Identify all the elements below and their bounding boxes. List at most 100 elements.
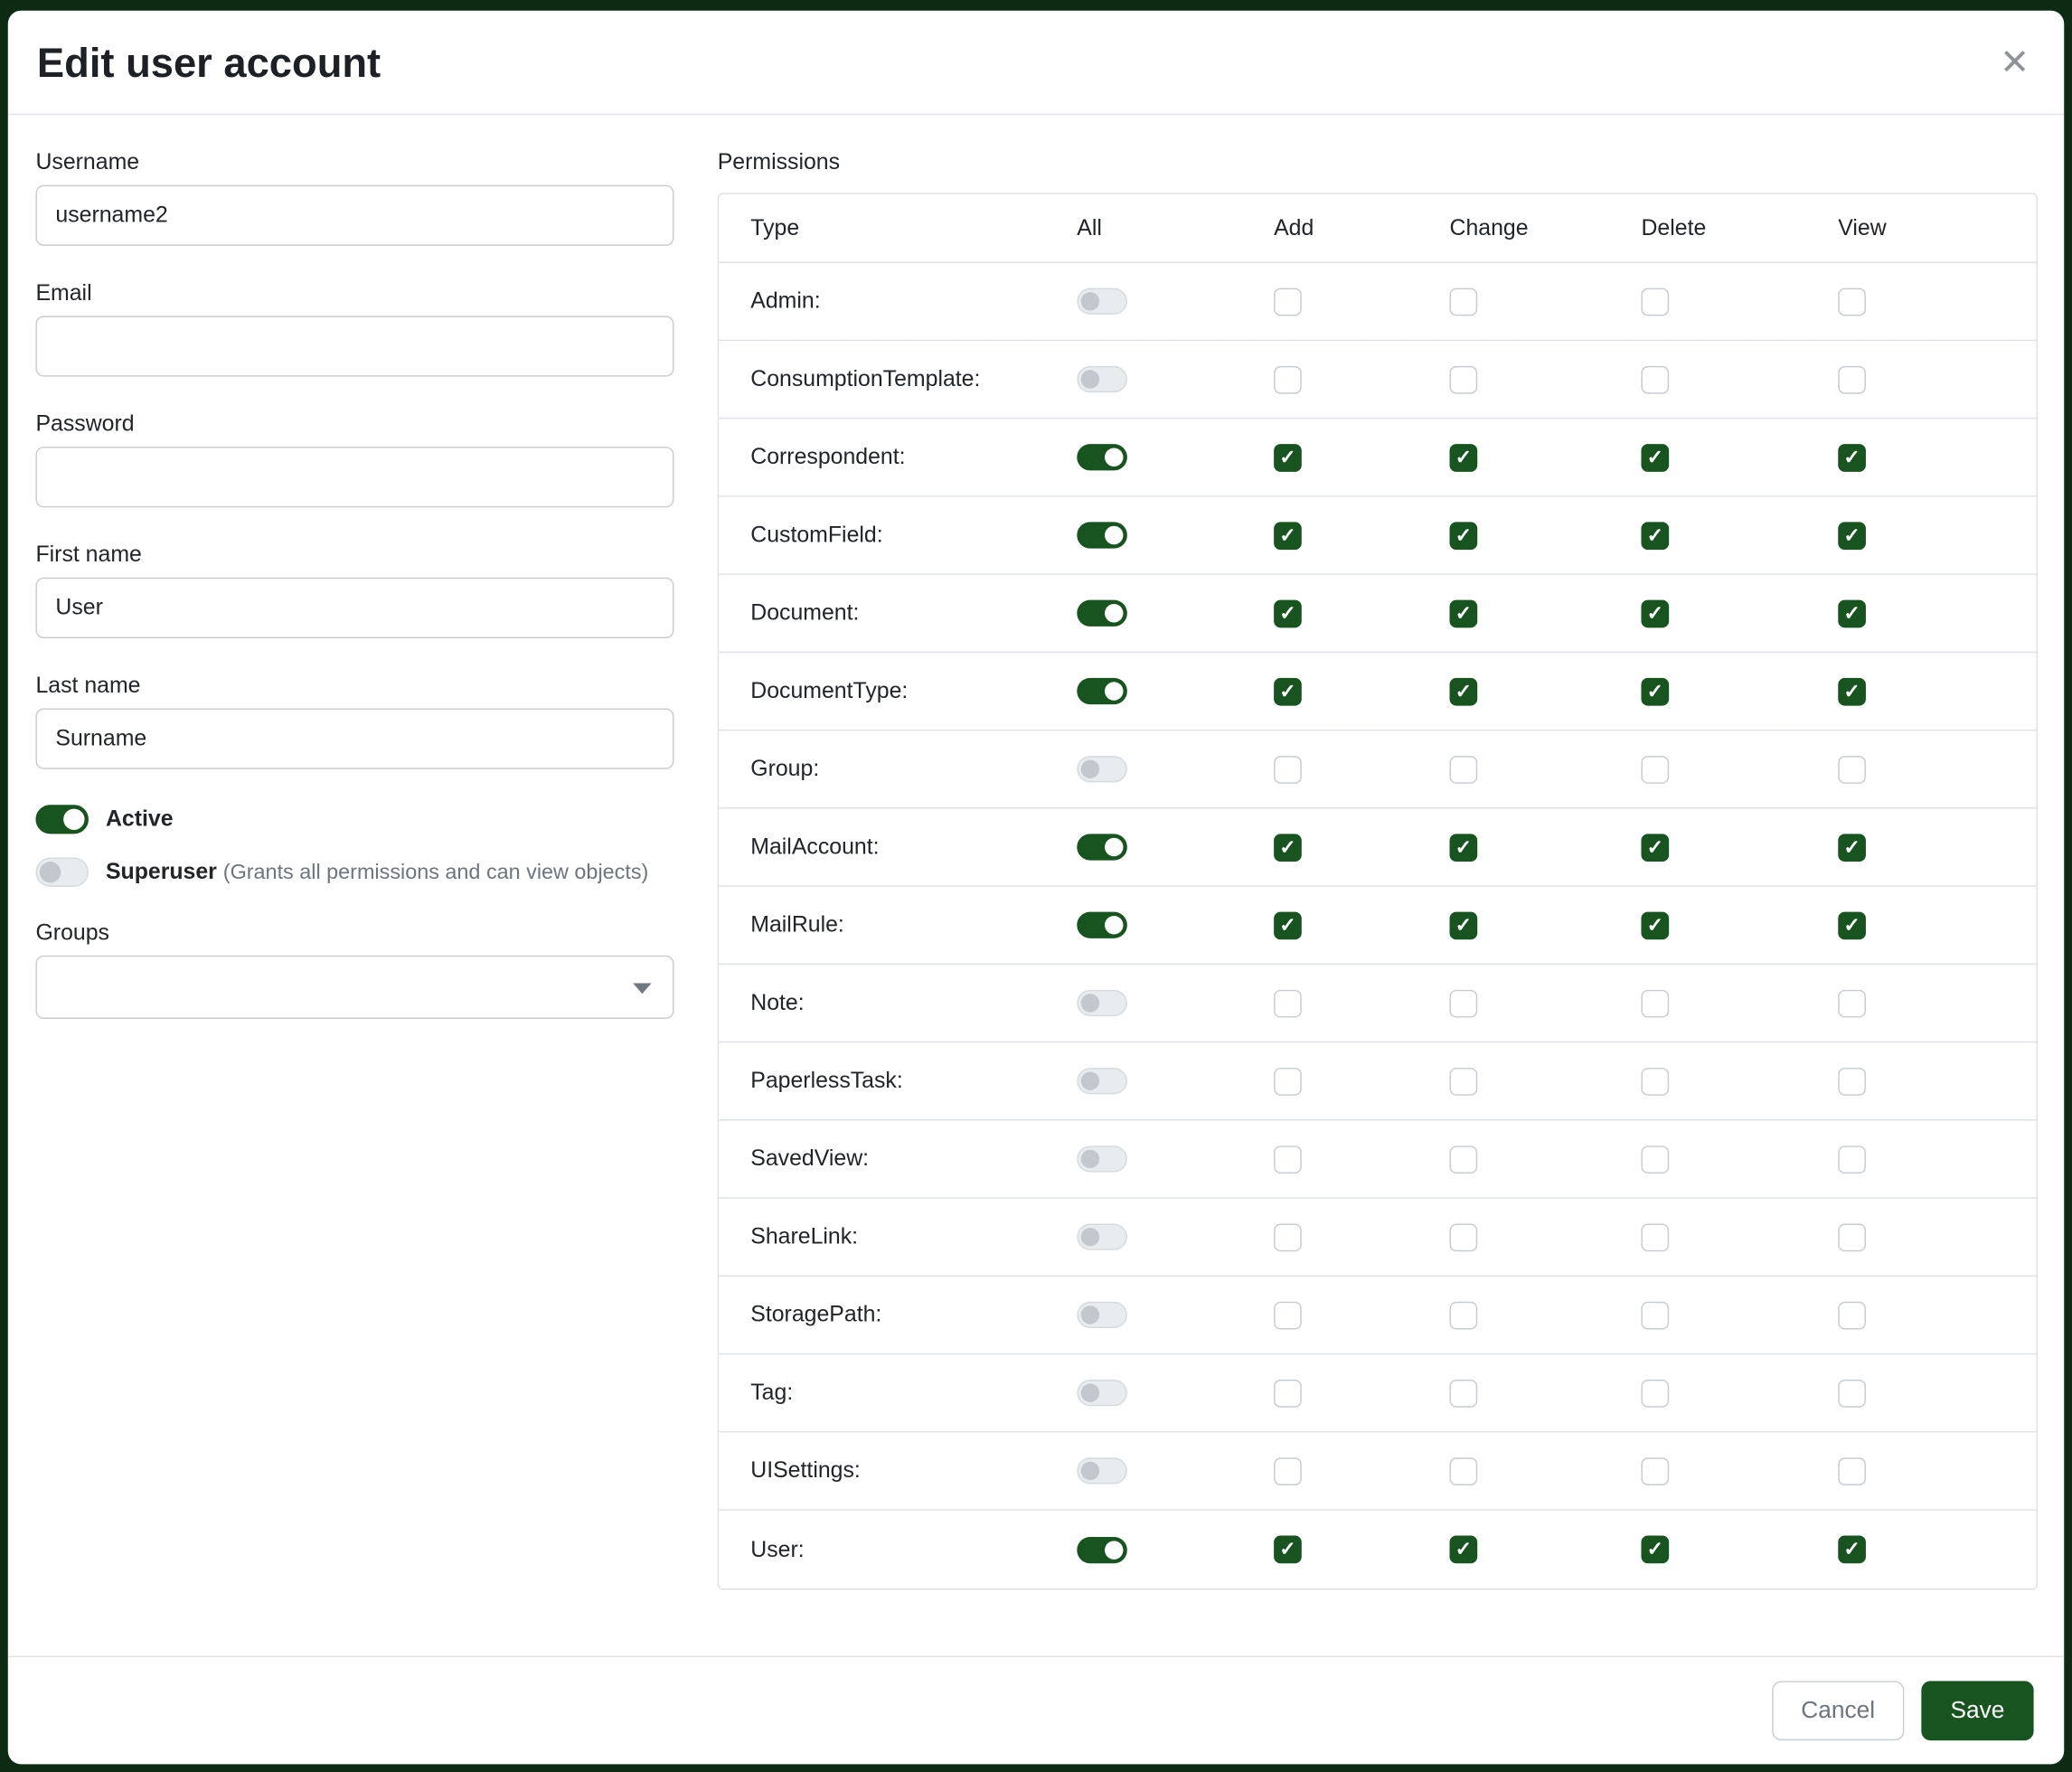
permission-change-checkbox[interactable]: [1450, 365, 1478, 393]
permission-all-toggle[interactable]: [1077, 366, 1127, 392]
permission-add-checkbox[interactable]: [1274, 1379, 1302, 1407]
permission-add-checkbox[interactable]: [1274, 1145, 1302, 1173]
permission-change-checkbox[interactable]: [1450, 1301, 1478, 1329]
permission-all-toggle[interactable]: [1077, 834, 1127, 860]
permission-view-checkbox[interactable]: [1838, 1223, 1866, 1251]
permission-all-toggle[interactable]: [1077, 1457, 1127, 1484]
permission-add-checkbox[interactable]: [1274, 1536, 1302, 1564]
permission-delete-checkbox[interactable]: [1641, 989, 1669, 1017]
permission-view-checkbox[interactable]: [1838, 834, 1866, 862]
permission-add-checkbox[interactable]: [1274, 989, 1302, 1017]
permission-add-checkbox[interactable]: [1274, 1223, 1302, 1251]
permission-row: Correspondent:: [719, 419, 2036, 496]
save-button[interactable]: Save: [1921, 1681, 2033, 1740]
permission-view-checkbox[interactable]: [1838, 755, 1866, 783]
permission-all-toggle[interactable]: [1077, 1380, 1127, 1406]
permission-add-checkbox[interactable]: [1274, 755, 1302, 783]
permission-delete-checkbox[interactable]: [1641, 1301, 1669, 1329]
permission-delete-checkbox[interactable]: [1641, 1536, 1669, 1564]
permission-view-checkbox[interactable]: [1838, 1536, 1866, 1564]
permission-change-checkbox[interactable]: [1450, 443, 1478, 471]
close-icon[interactable]: ✕: [2000, 45, 2030, 80]
permission-view-checkbox[interactable]: [1838, 365, 1866, 393]
permission-type-label: Note:: [750, 990, 1077, 1016]
permission-all-toggle[interactable]: [1077, 1536, 1127, 1562]
permission-add-checkbox[interactable]: [1274, 677, 1302, 705]
permission-view-checkbox[interactable]: [1838, 1379, 1866, 1407]
email-label: Email: [35, 280, 673, 306]
permission-add-checkbox[interactable]: [1274, 365, 1302, 393]
permission-view-checkbox[interactable]: [1838, 989, 1866, 1017]
permission-all-toggle[interactable]: [1077, 600, 1127, 627]
permission-view-checkbox[interactable]: [1838, 443, 1866, 471]
permission-delete-checkbox[interactable]: [1641, 1145, 1669, 1173]
permission-all-toggle[interactable]: [1077, 1145, 1127, 1172]
permission-view-checkbox[interactable]: [1838, 1457, 1866, 1485]
superuser-toggle[interactable]: [35, 858, 88, 887]
permission-change-checkbox[interactable]: [1450, 287, 1478, 316]
password-input[interactable]: [35, 447, 673, 507]
permission-delete-checkbox[interactable]: [1641, 287, 1669, 316]
first-name-input[interactable]: [35, 578, 673, 638]
permission-add-checkbox[interactable]: [1274, 522, 1302, 550]
permission-all-toggle[interactable]: [1077, 756, 1127, 782]
permission-all-toggle[interactable]: [1077, 444, 1127, 470]
permission-delete-checkbox[interactable]: [1641, 677, 1669, 705]
permission-change-checkbox[interactable]: [1450, 1145, 1478, 1173]
permission-view-checkbox[interactable]: [1838, 1301, 1866, 1329]
permission-change-checkbox[interactable]: [1450, 599, 1478, 627]
permission-all-toggle[interactable]: [1077, 678, 1127, 704]
permission-change-checkbox[interactable]: [1450, 677, 1478, 705]
permission-delete-checkbox[interactable]: [1641, 1379, 1669, 1407]
permission-delete-checkbox[interactable]: [1641, 755, 1669, 783]
permission-delete-checkbox[interactable]: [1641, 911, 1669, 939]
permission-change-checkbox[interactable]: [1450, 834, 1478, 862]
permission-view-checkbox[interactable]: [1838, 522, 1866, 550]
permission-view-checkbox[interactable]: [1838, 677, 1866, 705]
permission-view-checkbox[interactable]: [1838, 1145, 1866, 1173]
permission-add-checkbox[interactable]: [1274, 1301, 1302, 1329]
permission-change-checkbox[interactable]: [1450, 755, 1478, 783]
permission-view-checkbox[interactable]: [1838, 287, 1866, 316]
permission-change-checkbox[interactable]: [1450, 989, 1478, 1017]
last-name-input[interactable]: [35, 708, 673, 768]
permission-delete-checkbox[interactable]: [1641, 365, 1669, 393]
permission-view-checkbox[interactable]: [1838, 911, 1866, 939]
permission-all-toggle[interactable]: [1077, 288, 1127, 315]
permission-delete-checkbox[interactable]: [1641, 834, 1669, 862]
permission-add-checkbox[interactable]: [1274, 911, 1302, 939]
permission-add-checkbox[interactable]: [1274, 1457, 1302, 1485]
permission-add-checkbox[interactable]: [1274, 1067, 1302, 1095]
permission-delete-checkbox[interactable]: [1641, 443, 1669, 471]
permission-change-checkbox[interactable]: [1450, 1223, 1478, 1251]
active-toggle[interactable]: [35, 805, 88, 834]
permission-add-checkbox[interactable]: [1274, 443, 1302, 471]
permission-delete-checkbox[interactable]: [1641, 599, 1669, 627]
permission-all-toggle[interactable]: [1077, 912, 1127, 938]
groups-select[interactable]: [35, 956, 673, 1019]
permission-change-checkbox[interactable]: [1450, 1379, 1478, 1407]
cancel-button[interactable]: Cancel: [1772, 1681, 1904, 1740]
permission-add-checkbox[interactable]: [1274, 287, 1302, 316]
email-input[interactable]: [35, 316, 673, 376]
permission-change-checkbox[interactable]: [1450, 1067, 1478, 1095]
permission-add-checkbox[interactable]: [1274, 834, 1302, 862]
permission-delete-checkbox[interactable]: [1641, 1223, 1669, 1251]
permission-all-toggle[interactable]: [1077, 1068, 1127, 1094]
permission-all-toggle[interactable]: [1077, 522, 1127, 548]
permission-change-checkbox[interactable]: [1450, 522, 1478, 550]
permission-change-checkbox[interactable]: [1450, 911, 1478, 939]
username-input[interactable]: [35, 185, 673, 246]
permission-delete-checkbox[interactable]: [1641, 1067, 1669, 1095]
toggle-knob: [1105, 1541, 1123, 1559]
permission-view-checkbox[interactable]: [1838, 1067, 1866, 1095]
permission-delete-checkbox[interactable]: [1641, 522, 1669, 550]
permission-all-toggle[interactable]: [1077, 990, 1127, 1016]
permission-all-toggle[interactable]: [1077, 1224, 1127, 1250]
permission-view-checkbox[interactable]: [1838, 599, 1866, 627]
permission-delete-checkbox[interactable]: [1641, 1457, 1669, 1485]
permission-change-checkbox[interactable]: [1450, 1536, 1478, 1564]
permission-add-checkbox[interactable]: [1274, 599, 1302, 627]
permission-change-checkbox[interactable]: [1450, 1457, 1478, 1485]
permission-all-toggle[interactable]: [1077, 1302, 1127, 1328]
